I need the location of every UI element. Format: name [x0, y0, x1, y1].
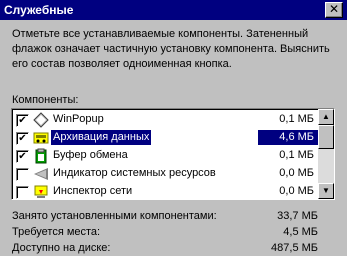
check-icon: ✔: [18, 151, 27, 162]
check-icon: ✔: [18, 133, 27, 144]
resource-meter-icon: [34, 168, 48, 180]
close-button[interactable]: ✕: [325, 2, 343, 18]
component-size: 0,0 МБ: [279, 167, 314, 179]
component-checkbox[interactable]: ✔: [16, 132, 29, 145]
component-row-clipboard[interactable]: ✔ Буфер обмена 0,1 МБ: [13, 147, 318, 165]
close-icon: ✕: [328, 2, 340, 16]
stat-value: 487,5 МБ: [271, 242, 318, 254]
window-title: Служебные: [4, 3, 74, 17]
backup-icon: [33, 132, 49, 144]
component-row-resource-meter[interactable]: Индикатор системных ресурсов 0,0 МБ: [13, 165, 318, 183]
component-row-net-watcher[interactable]: Инспектор сети 0,0 МБ: [13, 183, 318, 199]
component-size: 0,1 МБ: [279, 149, 314, 161]
stat-label: Доступно на диске:: [12, 242, 111, 254]
components-label: Компоненты:: [12, 94, 79, 106]
component-name: Архивация данных: [51, 130, 152, 145]
component-checkbox[interactable]: ✔: [16, 150, 29, 163]
component-name: WinPopup: [53, 113, 104, 125]
check-icon: ✔: [18, 115, 27, 126]
component-size: 4,6 МБ: [258, 130, 318, 145]
component-name: Буфер обмена: [53, 149, 128, 161]
title-bar: Служебные ✕: [0, 0, 347, 20]
scroll-up-button[interactable]: ▲: [318, 109, 334, 125]
description-text: Отметьте все устанавливаемые компоненты.…: [12, 28, 330, 70]
stat-value: 4,5 МБ: [283, 226, 318, 238]
component-checkbox[interactable]: [16, 186, 29, 199]
stat-value: 33,7 МБ: [277, 210, 318, 222]
component-name: Индикатор системных ресурсов: [53, 167, 216, 179]
scroll-thumb[interactable]: [318, 125, 334, 149]
component-size: 0,0 МБ: [279, 185, 314, 197]
component-name: Инспектор сети: [53, 185, 133, 197]
stat-required: Требуется места: 4,5 МБ: [12, 226, 334, 240]
stat-label: Требуется места:: [12, 226, 101, 238]
clipboard-icon: [35, 148, 47, 164]
winpopup-icon: [33, 112, 49, 128]
arrow-up-icon: ▲: [322, 112, 330, 121]
scroll-down-button[interactable]: ▼: [318, 183, 334, 199]
vertical-scrollbar[interactable]: ▲ ▼: [318, 109, 334, 199]
component-row-winpopup[interactable]: ✔ WinPopup 0,1 МБ: [13, 111, 318, 129]
components-list[interactable]: ✔ WinPopup 0,1 МБ ✔ Архивация данных 4,6…: [11, 108, 335, 200]
stat-label: Занято установленными компонентами:: [12, 210, 217, 222]
stat-installed: Занято установленными компонентами: 33,7…: [12, 210, 334, 224]
component-size: 0,1 МБ: [279, 113, 314, 125]
arrow-down-icon: ▼: [322, 186, 330, 195]
component-checkbox[interactable]: ✔: [16, 114, 29, 127]
component-row-backup[interactable]: ✔ Архивация данных 4,6 МБ: [13, 129, 318, 147]
stat-available: Доступно на диске: 487,5 МБ: [12, 242, 334, 256]
component-checkbox[interactable]: [16, 168, 29, 181]
net-watcher-icon: [34, 185, 48, 198]
